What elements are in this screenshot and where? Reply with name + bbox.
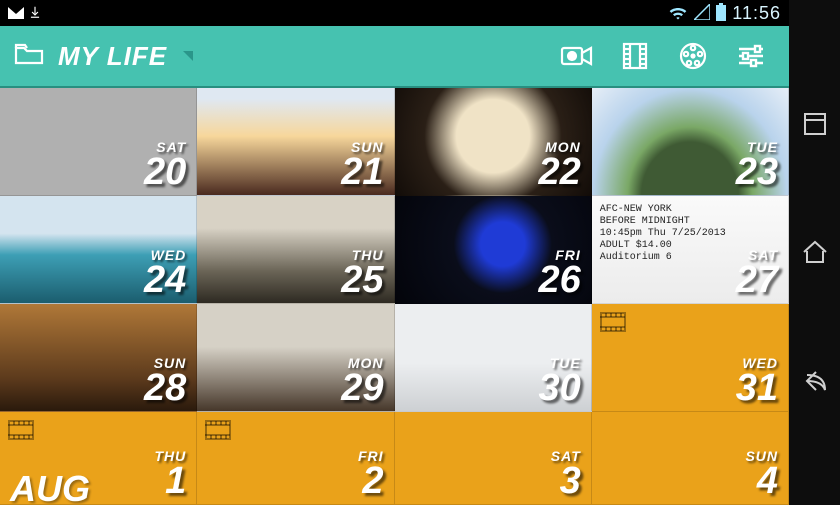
day-tile[interactable]: FRI26: [395, 196, 592, 304]
battery-icon: [716, 3, 726, 24]
day-number: 26: [538, 263, 580, 297]
day-number: 23: [736, 155, 778, 189]
day-number: 29: [341, 371, 383, 405]
date-label: FRI26: [538, 247, 580, 297]
day-tile[interactable]: MON29: [197, 304, 394, 412]
day-tile[interactable]: AUG2013THU1: [0, 412, 197, 505]
day-tile[interactable]: WED24: [0, 196, 197, 304]
day-tile[interactable]: THU25: [197, 196, 394, 304]
date-label: MON29: [341, 355, 383, 405]
status-bar: 11:56: [0, 0, 789, 26]
reel-button[interactable]: [669, 32, 717, 80]
clock-text: 11:56: [732, 3, 781, 24]
date-label: SUN21: [341, 139, 383, 189]
date-label: TUE30: [538, 355, 580, 405]
day-number: 22: [538, 155, 580, 189]
day-tile[interactable]: MON22: [395, 88, 592, 196]
back-button[interactable]: [799, 365, 831, 397]
settings-sliders-button[interactable]: [727, 32, 775, 80]
date-label: SUN4: [745, 448, 778, 498]
day-number: 28: [144, 371, 186, 405]
date-label: WED24: [144, 247, 186, 297]
filmstrip-icon: [8, 420, 34, 440]
day-tile[interactable]: SAT20: [0, 88, 197, 196]
day-tile[interactable]: SUN4: [592, 412, 789, 505]
day-tile[interactable]: SUN21: [197, 88, 394, 196]
day-number: 4: [745, 464, 778, 498]
filmstrip-icon: [600, 312, 626, 332]
day-number: 21: [341, 155, 383, 189]
date-label: WED31: [736, 355, 778, 405]
day-tile[interactable]: WED31: [592, 304, 789, 412]
home-button[interactable]: [799, 236, 831, 268]
wifi-icon: [668, 4, 688, 23]
filmstrip-icon: [205, 420, 231, 440]
day-number: 30: [538, 371, 580, 405]
date-label: SAT3: [551, 448, 581, 498]
record-video-button[interactable]: [553, 32, 601, 80]
cell-signal-icon: [694, 4, 710, 23]
day-number: 2: [358, 464, 384, 498]
day-tile[interactable]: SUN28: [0, 304, 197, 412]
filmstrip-button[interactable]: [611, 32, 659, 80]
app-bar: MY LIFE: [0, 26, 789, 88]
day-number: 24: [144, 263, 186, 297]
calendar-grid: SAT20 SUN21 MON22 TUE23 WED24 THU25 FRI26 AFC-N…: [0, 88, 789, 505]
date-label: MON22: [538, 139, 580, 189]
date-label: SAT27: [736, 247, 778, 297]
day-number: 3: [551, 464, 581, 498]
recent-apps-button[interactable]: [799, 108, 831, 140]
folder-icon[interactable]: [14, 42, 44, 71]
day-tile[interactable]: FRI2: [197, 412, 394, 505]
day-number: 20: [144, 155, 186, 189]
date-label: SUN28: [144, 355, 186, 405]
date-label: THU25: [341, 247, 383, 297]
project-title[interactable]: MY LIFE: [58, 41, 167, 72]
day-tile[interactable]: AFC-NEW YORK BEFORE MIDNIGHT 10:45pm Thu…: [592, 196, 789, 304]
day-number: 25: [341, 263, 383, 297]
date-label: THU1: [154, 448, 186, 498]
day-tile[interactable]: SAT3: [395, 412, 592, 505]
dropdown-indicator-icon[interactable]: [183, 51, 193, 61]
day-number: 27: [736, 263, 778, 297]
date-label: TUE23: [736, 139, 778, 189]
day-number: 1: [154, 464, 186, 498]
date-label: SAT20: [144, 139, 186, 189]
day-tile[interactable]: TUE23: [592, 88, 789, 196]
month-label: AUG: [10, 468, 90, 505]
day-number: 31: [736, 371, 778, 405]
gmail-icon: [8, 7, 24, 19]
download-icon: [28, 5, 42, 22]
system-navbar: [789, 0, 840, 505]
day-tile[interactable]: TUE30: [395, 304, 592, 412]
receipt-text: AFC-NEW YORK BEFORE MIDNIGHT 10:45pm Thu…: [600, 204, 726, 264]
date-label: FRI2: [358, 448, 384, 498]
